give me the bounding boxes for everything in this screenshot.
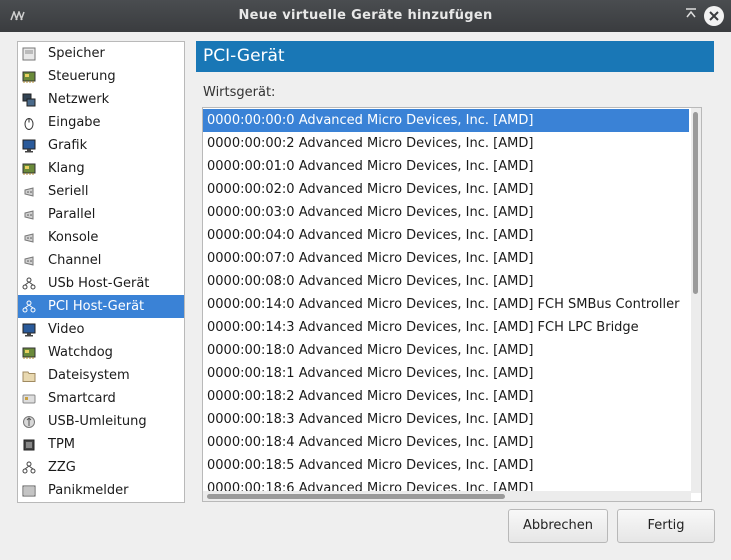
sidebar-item-label: Panikmelder xyxy=(48,483,129,498)
sidebar-item-konsole[interactable]: Konsole xyxy=(18,226,184,249)
close-button[interactable] xyxy=(704,6,724,26)
sidebar-item-seriell[interactable]: Seriell xyxy=(18,180,184,203)
sidebar-item-netzwerk[interactable]: Netzwerk xyxy=(18,88,184,111)
sidebar-item-label: Steuerung xyxy=(48,69,116,84)
sidebar-item-speicher[interactable]: Speicher xyxy=(18,42,184,65)
window-title: Neue virtuelle Geräte hinzufügen xyxy=(238,8,493,23)
horizontal-scroll-thumb[interactable] xyxy=(207,494,505,499)
list-item[interactable]: 0000:00:18:3 Advanced Micro Devices, Inc… xyxy=(203,408,689,431)
port-icon xyxy=(22,230,36,244)
vertical-scrollbar[interactable] xyxy=(691,108,701,493)
horizontal-scrollbar[interactable] xyxy=(203,491,691,501)
sidebar-item-label: TPM xyxy=(48,437,75,452)
sidebar-item-label: Smartcard xyxy=(48,391,116,406)
list-item[interactable]: 0000:00:18:0 Advanced Micro Devices, Inc… xyxy=(203,339,689,362)
sidebar-item-zzg[interactable]: ZZG xyxy=(18,456,184,479)
usb-redirect-icon xyxy=(22,414,36,428)
sidebar-item-label: Klang xyxy=(48,161,85,176)
sidebar-item-label: PCI Host-Gerät xyxy=(48,299,145,314)
folder-icon xyxy=(22,368,36,382)
sidebar-item-label: USB-Umleitung xyxy=(48,414,147,429)
controller-icon xyxy=(22,69,36,83)
sidebar-item-label: Speicher xyxy=(48,46,105,61)
sidebar-item-usb-host-gerät[interactable]: USb Host-Gerät xyxy=(18,272,184,295)
sidebar-item-channel[interactable]: Channel xyxy=(18,249,184,272)
panic-icon xyxy=(22,483,36,497)
list-item[interactable]: 0000:00:18:1 Advanced Micro Devices, Inc… xyxy=(203,362,689,385)
tpm-icon xyxy=(22,437,36,451)
sidebar-item-label: Watchdog xyxy=(48,345,113,360)
close-icon xyxy=(709,11,719,21)
network-icon xyxy=(22,92,36,107)
list-item[interactable]: 0000:00:01:0 Advanced Micro Devices, Inc… xyxy=(203,155,689,178)
device-type-list[interactable]: Speicher Steuerung Netzwerk Eingabe Grafik Kl… xyxy=(17,41,185,503)
sidebar-item-grafik[interactable]: Grafik xyxy=(18,134,184,157)
sidebar-item-usb-umleitung[interactable]: USB-Umleitung xyxy=(18,410,184,433)
sidebar-item-smartcard[interactable]: Smartcard xyxy=(18,387,184,410)
list-item[interactable]: 0000:00:08:0 Advanced Micro Devices, Inc… xyxy=(203,270,689,293)
sidebar-item-video[interactable]: Video xyxy=(18,318,184,341)
maximize-button[interactable] xyxy=(683,7,699,23)
list-item[interactable]: 0000:00:00:2 Advanced Micro Devices, Inc… xyxy=(203,132,689,155)
sidebar-item-label: Eingabe xyxy=(48,115,101,130)
host-device-label: Wirtsgerät: xyxy=(203,85,276,100)
chevron-up-icon xyxy=(686,8,696,18)
list-item[interactable]: 0000:00:14:0 Advanced Micro Devices, Inc… xyxy=(203,293,689,316)
list-item[interactable]: 0000:00:18:4 Advanced Micro Devices, Inc… xyxy=(203,431,689,454)
list-item[interactable]: 0000:00:02:0 Advanced Micro Devices, Inc… xyxy=(203,178,689,201)
cancel-button[interactable]: Abbrechen xyxy=(508,509,608,543)
sidebar-item-label: USb Host-Gerät xyxy=(48,276,150,291)
sound-card-icon xyxy=(22,161,36,175)
host-device-icon xyxy=(22,299,36,313)
sidebar-item-eingabe[interactable]: Eingabe xyxy=(18,111,184,134)
sidebar-item-label: Netzwerk xyxy=(48,92,110,107)
sidebar-item-parallel[interactable]: Parallel xyxy=(18,203,184,226)
port-icon xyxy=(22,207,36,221)
section-title: PCI-Gerät xyxy=(203,46,285,66)
list-item[interactable]: 0000:00:03:0 Advanced Micro Devices, Inc… xyxy=(203,201,689,224)
list-item[interactable]: 0000:00:04:0 Advanced Micro Devices, Inc… xyxy=(203,224,689,247)
display-icon xyxy=(22,138,36,153)
list-item[interactable]: 0000:00:14:3 Advanced Micro Devices, Inc… xyxy=(203,316,689,339)
list-item[interactable]: 0000:00:18:2 Advanced Micro Devices, Inc… xyxy=(203,385,689,408)
sidebar-item-label: Seriell xyxy=(48,184,89,199)
storage-icon xyxy=(22,46,36,61)
sidebar-item-label: Konsole xyxy=(48,230,99,245)
host-device-list[interactable]: 0000:00:00:0 Advanced Micro Devices, Inc… xyxy=(202,107,702,502)
vertical-scroll-thumb[interactable] xyxy=(693,112,698,294)
sidebar-item-label: Parallel xyxy=(48,207,96,222)
host-device-icon xyxy=(22,460,36,474)
sidebar-item-label: Dateisystem xyxy=(48,368,130,383)
list-item[interactable]: 0000:00:18:5 Advanced Micro Devices, Inc… xyxy=(203,454,689,477)
sidebar-item-label: ZZG xyxy=(48,460,76,475)
sidebar-item-klang[interactable]: Klang xyxy=(18,157,184,180)
sidebar-item-tpm[interactable]: TPM xyxy=(18,433,184,456)
host-device-icon xyxy=(22,276,36,290)
smartcard-icon xyxy=(22,391,36,405)
chip-icon xyxy=(22,345,36,359)
sidebar-item-label: Video xyxy=(48,322,85,337)
sidebar-item-steuerung[interactable]: Steuerung xyxy=(18,65,184,88)
sidebar-item-label: Channel xyxy=(48,253,102,268)
sidebar-item-pci-host-gerät[interactable]: PCI Host-Gerät xyxy=(18,295,184,318)
finish-button[interactable]: Fertig xyxy=(617,509,715,543)
sidebar-item-dateisystem[interactable]: Dateisystem xyxy=(18,364,184,387)
port-icon xyxy=(22,184,36,198)
list-item[interactable]: 0000:00:00:0 Advanced Micro Devices, Inc… xyxy=(203,109,689,132)
mouse-icon xyxy=(22,115,36,130)
port-icon xyxy=(22,253,36,267)
list-item[interactable]: 0000:00:07:0 Advanced Micro Devices, Inc… xyxy=(203,247,689,270)
title-bar: Neue virtuelle Geräte hinzufügen xyxy=(0,0,731,32)
section-header: PCI-Gerät xyxy=(196,41,714,72)
sidebar-item-label: Grafik xyxy=(48,138,88,153)
sidebar-item-panikmelder[interactable]: Panikmelder xyxy=(18,479,184,502)
sidebar-item-watchdog[interactable]: Watchdog xyxy=(18,341,184,364)
display-icon xyxy=(22,322,36,337)
